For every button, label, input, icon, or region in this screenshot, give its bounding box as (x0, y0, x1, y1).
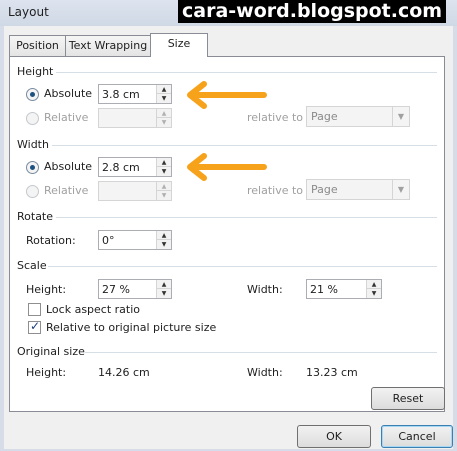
width-arrow-icon (187, 153, 267, 181)
scale-height-spinner[interactable]: 27 % ▲ ▼ (98, 279, 172, 299)
spin-down-icon[interactable]: ▼ (157, 118, 171, 127)
height-arrow-icon (187, 81, 267, 109)
reset-button[interactable]: Reset (371, 387, 445, 410)
width-section-title: Width (17, 138, 49, 151)
height-relative-spinner[interactable]: ▲ ▼ (98, 108, 172, 128)
cancel-button[interactable]: Cancel (381, 425, 453, 448)
width-relative-to-label: relative to (247, 184, 304, 197)
original-height-label: Height: (26, 366, 67, 379)
dialog-title: Layout (8, 5, 49, 19)
width-relative-spinner[interactable]: ▲ ▼ (98, 181, 172, 201)
width-absolute-label: Absolute (44, 160, 93, 173)
scale-separator (48, 266, 437, 267)
spin-down-icon[interactable]: ▼ (157, 240, 171, 249)
tab-size[interactable]: Size (150, 33, 208, 57)
height-section-title: Height (17, 65, 54, 78)
width-relative-to-select[interactable]: Page ▼ (306, 179, 410, 200)
original-size-separator (85, 352, 437, 353)
height-absolute-label: Absolute (44, 87, 93, 100)
spin-up-icon[interactable]: ▲ (157, 158, 171, 167)
rotation-label: Rotation: (26, 234, 76, 247)
ok-button[interactable]: OK (297, 425, 371, 448)
scale-height-label: Height: (26, 283, 67, 296)
scale-width-label: Width: (247, 283, 283, 296)
spin-down-icon[interactable]: ▼ (367, 289, 381, 298)
original-size-section-title: Original size (17, 345, 85, 358)
spin-up-icon[interactable]: ▲ (157, 280, 171, 289)
layout-dialog: Layout Position Text Wrapping Size Heigh… (0, 0, 457, 451)
height-absolute-value: 3.8 cm (102, 88, 140, 101)
lock-aspect-label: Lock aspect ratio (46, 303, 141, 316)
original-width-value: 13.23 cm (306, 366, 358, 379)
height-relative-label: Relative (44, 111, 89, 124)
spin-up-icon[interactable]: ▲ (367, 280, 381, 289)
spin-up-icon[interactable]: ▲ (157, 182, 171, 191)
width-absolute-value: 2.8 cm (102, 161, 140, 174)
scale-width-spinner[interactable]: 21 % ▲ ▼ (306, 279, 382, 299)
height-relative-to-label: relative to (247, 111, 304, 124)
lock-aspect-checkbox[interactable] (28, 303, 41, 316)
rotation-value: 0° (102, 234, 115, 247)
original-height-value: 14.26 cm (98, 366, 150, 379)
height-absolute-radio[interactable] (26, 88, 39, 101)
rotate-section-title: Rotate (17, 210, 54, 223)
scale-width-value: 21 % (310, 283, 338, 296)
spin-down-icon[interactable]: ▼ (157, 289, 171, 298)
width-relative-radio[interactable] (26, 185, 39, 198)
width-absolute-radio[interactable] (26, 161, 39, 174)
chevron-down-icon: ▼ (392, 107, 409, 126)
height-absolute-spinner[interactable]: 3.8 cm ▲ ▼ (98, 84, 172, 104)
rotation-spinner[interactable]: 0° ▲ ▼ (98, 230, 172, 250)
spin-down-icon[interactable]: ▼ (157, 94, 171, 103)
width-separator (52, 145, 437, 146)
watermark-text: cara-word.blogspot.com (178, 0, 447, 23)
relative-original-checkbox[interactable] (28, 319, 41, 334)
spin-down-icon[interactable]: ▼ (157, 167, 171, 176)
relative-original-label: Relative to original picture size (46, 321, 217, 334)
spin-down-icon[interactable]: ▼ (157, 191, 171, 200)
spin-up-icon[interactable]: ▲ (157, 231, 171, 240)
spin-up-icon[interactable]: ▲ (157, 85, 171, 94)
original-width-label: Width: (247, 366, 283, 379)
width-absolute-spinner[interactable]: 2.8 cm ▲ ▼ (98, 157, 172, 177)
chevron-down-icon: ▼ (392, 180, 409, 199)
tab-position[interactable]: Position (9, 35, 66, 56)
height-relative-to-select[interactable]: Page ▼ (306, 106, 410, 127)
tab-text-wrapping[interactable]: Text Wrapping (65, 35, 151, 56)
spin-up-icon[interactable]: ▲ (157, 109, 171, 118)
height-separator (56, 72, 437, 73)
scale-height-value: 27 % (102, 283, 130, 296)
scale-section-title: Scale (17, 259, 47, 272)
height-relative-radio[interactable] (26, 112, 39, 125)
width-relative-label: Relative (44, 184, 89, 197)
rotate-separator (56, 217, 437, 218)
